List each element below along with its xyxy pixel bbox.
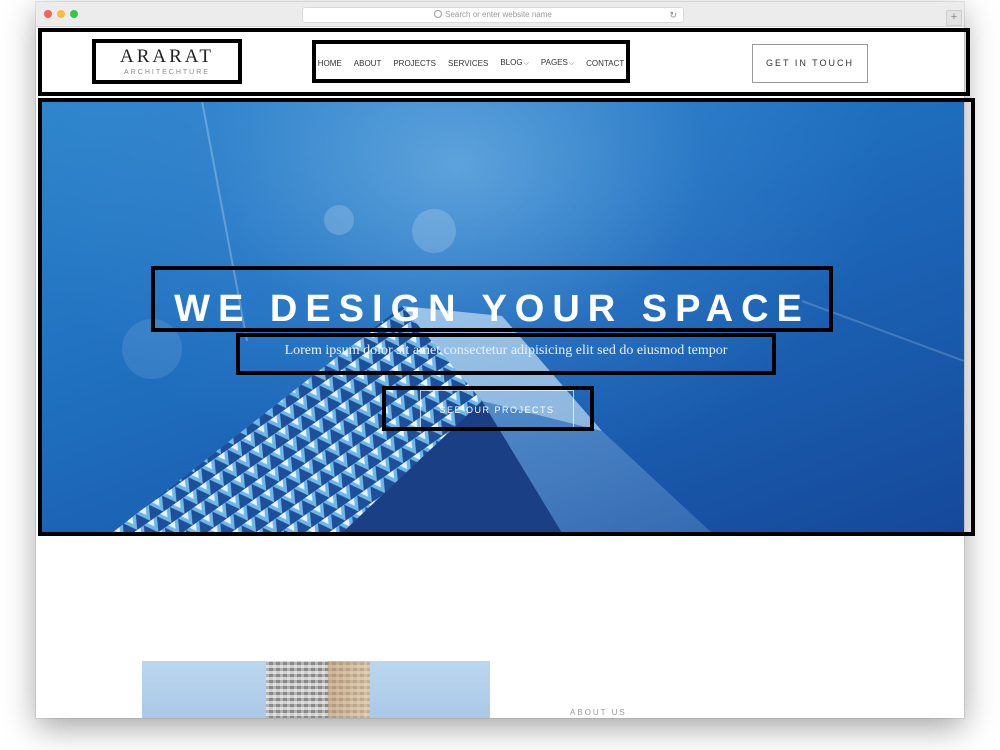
search-icon: [434, 9, 443, 18]
address-placeholder: Search or enter website name: [445, 10, 552, 19]
nav-services-label: SERVICES: [448, 58, 489, 68]
about-section-label: ABOUT US: [570, 708, 627, 717]
tower-photo-shade: [328, 661, 370, 718]
get-in-touch-button[interactable]: GET IN TOUCH: [752, 44, 868, 83]
new-tab-button[interactable]: +: [946, 10, 962, 26]
close-window-button[interactable]: [44, 10, 52, 18]
chevron-down-icon: ⌵: [568, 60, 575, 67]
logo-subtitle: ARCHITECHTURE: [124, 69, 210, 76]
nav-blog[interactable]: BLOG⌵: [500, 58, 529, 68]
reload-icon[interactable]: ↻: [669, 8, 677, 22]
nav-contact[interactable]: CONTACT: [586, 59, 624, 68]
main-nav: HOME ABOUT PROJECTS SERVICES BLOG⌵ PAGES…: [316, 41, 626, 85]
see-projects-button[interactable]: SEE OUR PROJECTS: [420, 390, 574, 430]
site-logo[interactable]: ARARAT ARCHITECHTURE: [94, 41, 240, 85]
nav-pages-label: PAGES: [540, 58, 568, 67]
nav-home[interactable]: HOME: [318, 59, 342, 68]
site-header: ARARAT ARCHITECHTURE HOME ABOUT PROJECTS…: [36, 27, 964, 95]
nav-contact-label: CONTACT: [586, 58, 625, 68]
browser-toolbar: Search or enter website name ↻ +: [36, 2, 964, 27]
address-bar[interactable]: Search or enter website name ↻: [302, 7, 684, 23]
nav-about-label: ABOUT: [353, 58, 382, 68]
hero-banner: WE DESIGN YOUR SPACE Lorem ipsum dolor s…: [42, 101, 964, 533]
logo-title: ARARAT: [119, 46, 214, 67]
nav-services[interactable]: SERVICES: [448, 59, 488, 68]
minimize-window-button[interactable]: [57, 10, 65, 18]
nav-pages[interactable]: PAGES⌵: [541, 58, 574, 68]
browser-window: Search or enter website name ↻ + ARARAT …: [36, 2, 964, 718]
hero-subtitle: Lorem ipsum dolor sit amet consectetur a…: [284, 343, 728, 358]
nav-projects[interactable]: PROJECTS: [393, 59, 436, 68]
nav-projects-label: PROJECTS: [393, 58, 436, 68]
chevron-down-icon: ⌵: [523, 60, 529, 67]
about-image: [142, 661, 490, 718]
nav-home-label: HOME: [317, 58, 342, 68]
nav-blog-label: BLOG: [500, 58, 523, 67]
maximize-window-button[interactable]: [70, 10, 78, 18]
nav-about[interactable]: ABOUT: [354, 59, 382, 68]
hero-title: WE DESIGN YOUR SPACE: [174, 288, 810, 330]
